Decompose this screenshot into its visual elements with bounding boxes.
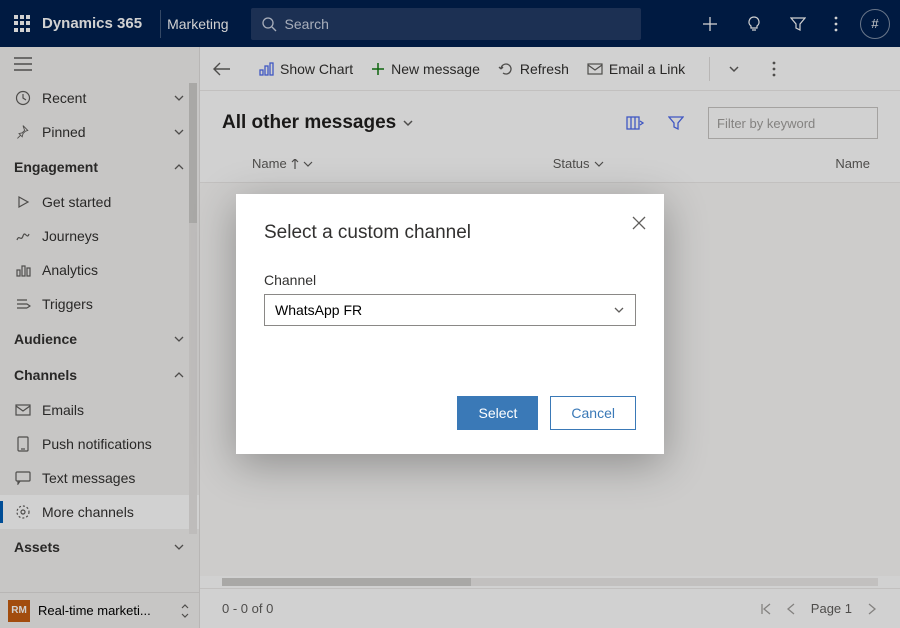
select-channel-dialog: Select a custom channel Channel WhatsApp… bbox=[236, 194, 664, 454]
close-icon bbox=[632, 216, 646, 230]
dialog-title: Select a custom channel bbox=[264, 222, 636, 244]
channel-selected-value: WhatsApp FR bbox=[275, 302, 362, 318]
channel-field-label: Channel bbox=[264, 272, 636, 288]
button-label: Select bbox=[478, 405, 517, 421]
select-button[interactable]: Select bbox=[457, 396, 538, 430]
chevron-down-icon bbox=[613, 304, 625, 316]
channel-select[interactable]: WhatsApp FR bbox=[264, 294, 636, 326]
button-label: Cancel bbox=[571, 405, 615, 421]
cancel-button[interactable]: Cancel bbox=[550, 396, 636, 430]
dialog-close-button[interactable] bbox=[632, 216, 646, 230]
